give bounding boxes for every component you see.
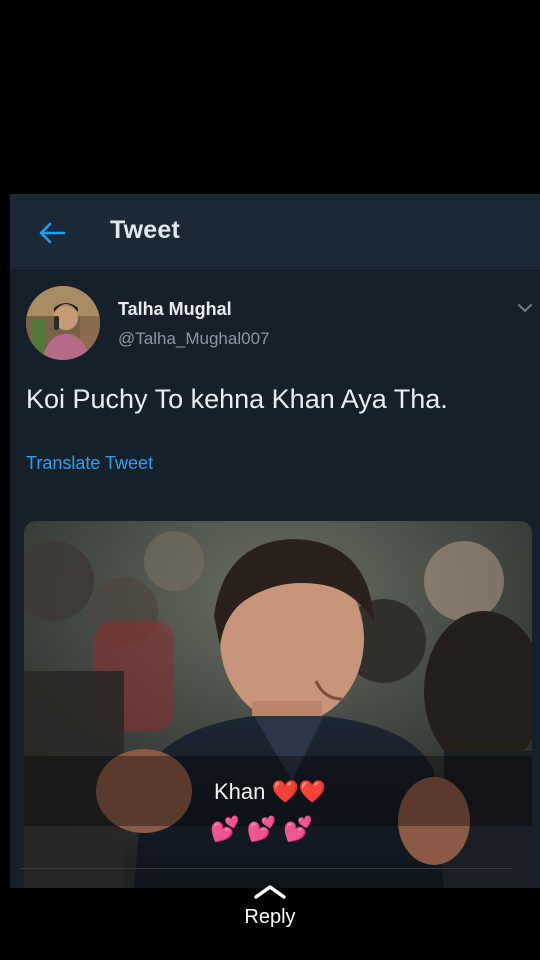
author-name[interactable]: Talha Mughal <box>118 299 232 320</box>
tweet-detail-panel: Tweet Talha Mughal @Talha_Mughal007 Koi … <box>10 194 540 888</box>
chevron-up-icon <box>254 885 286 899</box>
arrow-left-icon <box>39 222 66 244</box>
footer-divider <box>20 868 512 869</box>
page-title: Tweet <box>110 216 180 244</box>
tweet-options-button[interactable] <box>512 296 538 320</box>
reply-button[interactable]: Reply <box>220 882 320 942</box>
reply-label: Reply <box>244 906 296 928</box>
tweet-media-image[interactable]: Khan ❤️❤️ 💕 💕 💕 <box>24 521 532 888</box>
media-caption-line1: Khan ❤️❤️ <box>214 779 327 804</box>
translate-tweet-link[interactable]: Translate Tweet <box>26 453 153 474</box>
top-bar: Tweet <box>10 194 540 271</box>
author-handle[interactable]: @Talha_Mughal007 <box>118 329 269 349</box>
media-caption-line2: 💕 💕 💕 <box>210 816 313 843</box>
chevron-down-icon <box>518 304 532 312</box>
tweet-text: Koi Puchy To kehna Khan Aya Tha. <box>26 384 448 414</box>
back-button[interactable] <box>32 216 72 250</box>
avatar[interactable] <box>26 286 100 360</box>
screen: Tweet Talha Mughal @Talha_Mughal007 Koi … <box>0 0 540 960</box>
